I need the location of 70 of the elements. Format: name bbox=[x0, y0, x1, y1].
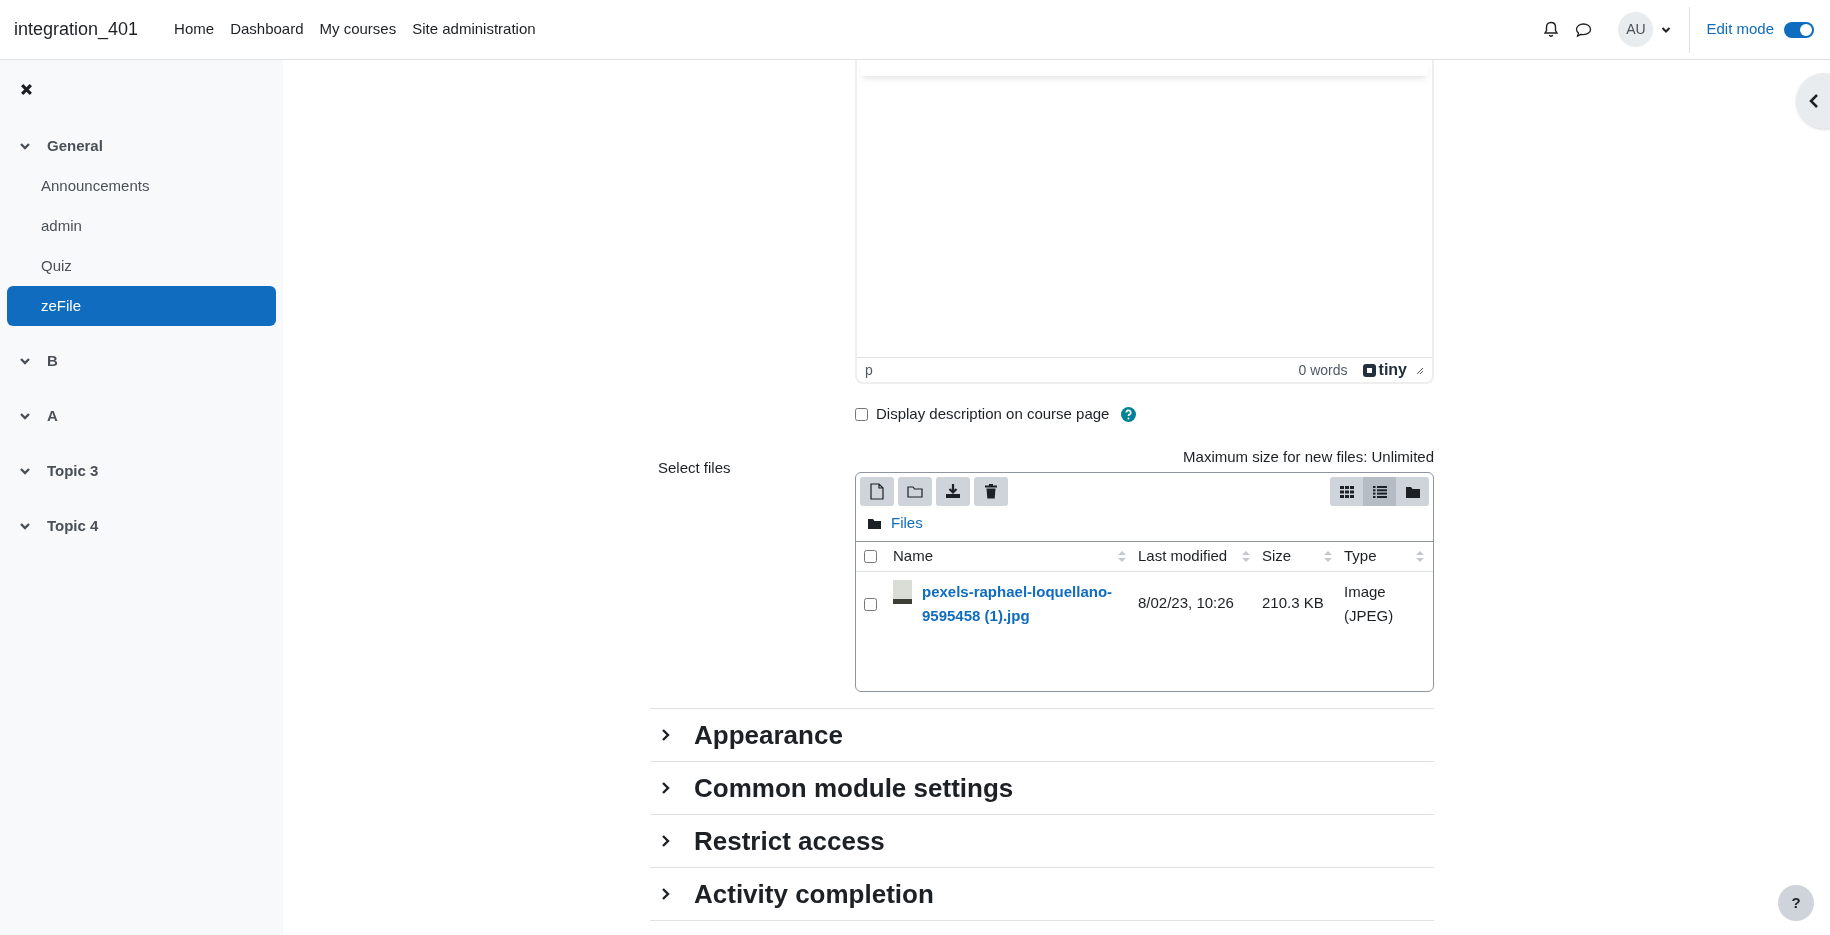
sort-icon bbox=[1416, 550, 1424, 562]
section-heading[interactable]: Activity completion bbox=[694, 874, 934, 914]
checkbox[interactable] bbox=[855, 407, 868, 421]
element-path[interactable]: p bbox=[865, 359, 873, 381]
tree-view-button[interactable] bbox=[1396, 477, 1429, 506]
edit-mode-label: Edit mode bbox=[1706, 19, 1774, 40]
section-link[interactable]: A bbox=[47, 404, 58, 428]
site-name[interactable]: integration_401 bbox=[14, 16, 139, 43]
nav-link[interactable]: My courses bbox=[319, 18, 397, 41]
icon-view-button[interactable] bbox=[1330, 477, 1363, 506]
section-heading[interactable]: Common module settings bbox=[694, 768, 1014, 808]
nav-link[interactable]: Home bbox=[174, 18, 215, 41]
sort-icon bbox=[1324, 550, 1332, 562]
folder-icon bbox=[868, 517, 881, 529]
section-link[interactable]: B bbox=[47, 349, 58, 373]
trash-icon bbox=[985, 484, 997, 499]
breadcrumb-link[interactable]: Files bbox=[891, 512, 923, 535]
text-editor[interactable]: p 0 words tiny bbox=[855, 60, 1434, 384]
chevron-left-icon bbox=[1808, 93, 1820, 109]
checkbox-label: Display description on course page bbox=[876, 404, 1110, 424]
resize-handle-icon[interactable] bbox=[1415, 365, 1424, 375]
field-label: Select files bbox=[658, 458, 731, 476]
course-index-item[interactable]: zeFile bbox=[7, 286, 276, 326]
folder-icon bbox=[907, 485, 923, 498]
select-all-checkbox[interactable] bbox=[864, 550, 877, 564]
column-header[interactable]: Type bbox=[1344, 544, 1377, 568]
user-avatar[interactable]: AU bbox=[1618, 12, 1654, 47]
file-icon bbox=[870, 483, 884, 500]
nav-link[interactable]: Dashboard bbox=[230, 18, 304, 41]
column-header[interactable]: Last modified bbox=[1138, 544, 1228, 568]
caret-icon[interactable] bbox=[1661, 25, 1672, 34]
download-icon bbox=[945, 484, 961, 499]
grid-icon bbox=[1339, 485, 1354, 498]
download-button[interactable] bbox=[936, 477, 970, 506]
section-link[interactable]: Topic 3 bbox=[47, 459, 99, 483]
table-cell: Image (JPEG) bbox=[1341, 571, 1433, 636]
course-index-item[interactable]: Announcements bbox=[7, 166, 276, 206]
sort-icon bbox=[1118, 550, 1126, 562]
list-view-button[interactable] bbox=[1363, 477, 1396, 506]
nav-link[interactable]: Site administration bbox=[412, 18, 536, 41]
help-button[interactable]: ? bbox=[1778, 885, 1814, 921]
column-header[interactable]: Size bbox=[1262, 544, 1292, 568]
chat-bubble-icon[interactable] bbox=[1575, 21, 1593, 38]
word-count[interactable]: 0 words bbox=[1298, 359, 1348, 381]
editor-brand-logo[interactable]: tiny bbox=[1361, 358, 1407, 382]
section-link[interactable]: General bbox=[47, 134, 103, 158]
section-heading[interactable]: Restrict access bbox=[694, 821, 885, 861]
table-cell: 210.3 KB bbox=[1259, 571, 1341, 636]
file-name-link[interactable]: pexels-raphael-loquellano-9595458 (1).jpg bbox=[922, 579, 1132, 628]
folder-icon bbox=[1405, 485, 1420, 498]
section-heading[interactable]: Appearance bbox=[694, 715, 843, 755]
help-icon[interactable] bbox=[1121, 406, 1137, 422]
brand-name: tiny bbox=[1378, 360, 1407, 380]
course-index-item[interactable]: admin bbox=[7, 206, 276, 246]
close-icon[interactable] bbox=[20, 83, 33, 96]
add-file-button[interactable] bbox=[860, 477, 894, 506]
sort-icon bbox=[1242, 550, 1250, 562]
thumbnail-placeholder bbox=[893, 579, 912, 604]
section-link[interactable]: Topic 4 bbox=[47, 514, 99, 538]
tiny-logo-icon bbox=[1361, 362, 1377, 378]
create-folder-button[interactable] bbox=[898, 477, 932, 506]
edit-mode-toggle[interactable] bbox=[1784, 21, 1814, 38]
course-index-item[interactable]: Quiz bbox=[7, 246, 276, 286]
column-header[interactable]: Name bbox=[893, 544, 933, 568]
max-size-note: Maximum size for new files: Unlimited bbox=[1183, 447, 1434, 465]
bell-icon[interactable] bbox=[1543, 21, 1560, 38]
row-checkbox[interactable] bbox=[864, 597, 877, 611]
table-cell: 8/02/23, 10:26 bbox=[1135, 571, 1259, 636]
delete-button[interactable] bbox=[974, 477, 1008, 506]
list-icon bbox=[1372, 485, 1387, 498]
